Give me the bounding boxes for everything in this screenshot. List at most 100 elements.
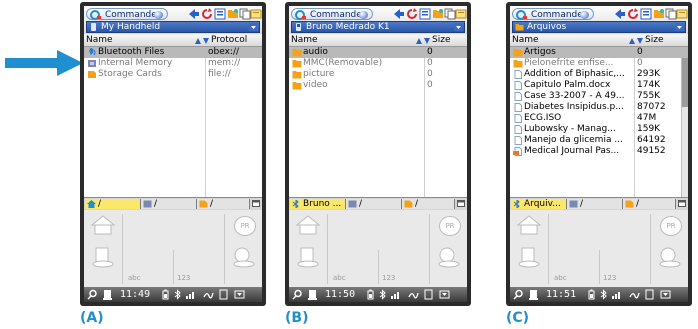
list-item[interactable]: Case 33-2007 - A 49... 755K [510, 91, 688, 102]
chevron-down-icon[interactable] [454, 23, 463, 31]
column-name[interactable]: Name [86, 35, 113, 46]
bluetooth-icon[interactable] [172, 289, 183, 300]
path-dropdown[interactable]: Arquivos [512, 21, 686, 33]
chevron-down-icon[interactable] [249, 23, 258, 31]
pr-button[interactable]: PR [234, 216, 256, 236]
folder-tool-icon[interactable] [227, 8, 239, 20]
sort-arrows-icon[interactable] [628, 37, 644, 45]
graffiti-shift-icon[interactable] [629, 289, 640, 300]
tab-location-3[interactable]: / [402, 199, 455, 209]
search-icon[interactable] [292, 289, 303, 300]
clock[interactable]: 11:51 [546, 288, 576, 301]
tab-location-2[interactable]: / [141, 199, 197, 209]
search-icon[interactable] [513, 289, 524, 300]
list-item[interactable]: Addition of Biphasic,... 293K [510, 69, 688, 80]
window-icon[interactable] [678, 200, 686, 207]
graffiti-shift-icon[interactable] [408, 289, 419, 300]
properties-icon[interactable] [250, 8, 262, 20]
file-list-icon[interactable] [640, 8, 652, 20]
menu-icon[interactable] [102, 289, 113, 300]
pr-button[interactable]: PR [660, 216, 682, 236]
tab-location-2[interactable]: / [346, 199, 402, 209]
column-name[interactable]: Name [512, 35, 539, 46]
app-title-tab[interactable]: Commander [291, 8, 373, 20]
find-icon[interactable] [436, 246, 462, 268]
bluetooth-icon[interactable] [377, 289, 388, 300]
pr-button[interactable]: PR [439, 216, 461, 236]
list-item[interactable]: Lubowsky - Manag... 159K [510, 124, 688, 135]
home-icon[interactable] [516, 214, 542, 236]
list-item[interactable]: Bluetooth Files obex:// [84, 47, 262, 58]
list-item[interactable]: Diabetes Insipidus.p... 87072 [510, 102, 688, 113]
column-name[interactable]: Name [291, 35, 318, 46]
path-dropdown[interactable]: Bruno Medrado K1 [291, 21, 465, 33]
window-icon[interactable] [252, 200, 260, 207]
battery-icon[interactable] [365, 289, 376, 300]
list-item[interactable]: audio 0 [289, 47, 467, 58]
folder-tool-icon[interactable] [432, 8, 444, 20]
list-item[interactable]: picture 0 [289, 69, 467, 80]
list-item[interactable]: MMC(Removable) 0 [289, 58, 467, 69]
app-title-tab[interactable]: Commander [86, 8, 168, 20]
column-size[interactable]: Size [432, 35, 450, 46]
back-arrow-icon[interactable] [188, 8, 200, 20]
tab-location-3[interactable]: / [623, 199, 676, 209]
bluetooth-icon[interactable] [598, 289, 609, 300]
list-item[interactable]: Capitulo Palm.docx 174K [510, 80, 688, 91]
path-dropdown[interactable]: My Handheld [86, 21, 260, 33]
app-title-tab[interactable]: Commander [512, 8, 594, 20]
back-arrow-icon[interactable] [393, 8, 405, 20]
home-icon[interactable] [90, 214, 116, 236]
refresh-icon[interactable] [627, 8, 639, 20]
back-arrow-icon[interactable] [614, 8, 626, 20]
list-item[interactable]: Manejo da glicemia ... 64192 [510, 135, 688, 146]
menu-icon[interactable] [295, 246, 321, 268]
sort-arrows-icon[interactable] [194, 37, 210, 45]
refresh-icon[interactable] [201, 8, 213, 20]
list-item[interactable]: video 0 [289, 80, 467, 91]
input-area-icon[interactable] [439, 289, 450, 300]
file-list-icon[interactable] [214, 8, 226, 20]
rotate-icon[interactable] [218, 289, 229, 300]
list-item[interactable]: Artigos 0 [510, 47, 688, 58]
rotate-icon[interactable] [423, 289, 434, 300]
folder-tool-icon[interactable] [653, 8, 665, 20]
find-icon[interactable] [657, 246, 683, 268]
tab-location-1[interactable]: Arquiv... [511, 199, 567, 209]
tab-location-2[interactable]: / [567, 199, 623, 209]
list-item[interactable]: ECG.ISO 47M [510, 113, 688, 124]
column-size[interactable]: Size [645, 35, 663, 46]
tab-location-1[interactable]: Bruno ... [290, 199, 346, 209]
menu-icon[interactable] [516, 246, 542, 268]
signal-icon[interactable] [185, 289, 196, 300]
tab-location-3[interactable]: / [197, 199, 250, 209]
signal-icon[interactable] [611, 289, 622, 300]
list-item[interactable]: Storage Cards file:// [84, 69, 262, 80]
input-area-icon[interactable] [660, 289, 671, 300]
clock[interactable]: 11:49 [120, 288, 150, 301]
graffiti-area[interactable]: abc 123 PR [289, 210, 467, 287]
graffiti-shift-icon[interactable] [203, 289, 214, 300]
battery-icon[interactable] [160, 289, 171, 300]
input-area-icon[interactable] [234, 289, 245, 300]
properties-icon[interactable] [676, 8, 688, 20]
rotate-icon[interactable] [644, 289, 655, 300]
graffiti-area[interactable]: abc 123 PR [84, 210, 262, 287]
tab-location-1[interactable]: / [85, 199, 141, 209]
find-icon[interactable] [231, 246, 257, 268]
search-icon[interactable] [87, 289, 98, 300]
sort-arrows-icon[interactable] [415, 37, 431, 45]
battery-icon[interactable] [586, 289, 597, 300]
list-item[interactable]: Internal Memory mem:// [84, 58, 262, 69]
clock[interactable]: 11:50 [325, 288, 355, 301]
home-icon[interactable] [295, 214, 321, 236]
column-protocol[interactable]: Protocol [211, 35, 247, 46]
list-item[interactable]: Medical Journal Pas... 49152 [510, 146, 688, 157]
chevron-down-icon[interactable] [675, 23, 684, 31]
file-list-icon[interactable] [419, 8, 431, 20]
properties-icon[interactable] [455, 8, 467, 20]
refresh-icon[interactable] [406, 8, 418, 20]
menu-icon[interactable] [307, 289, 318, 300]
signal-icon[interactable] [390, 289, 401, 300]
list-item[interactable]: Pielonefrite enfise... 0 [510, 58, 688, 69]
